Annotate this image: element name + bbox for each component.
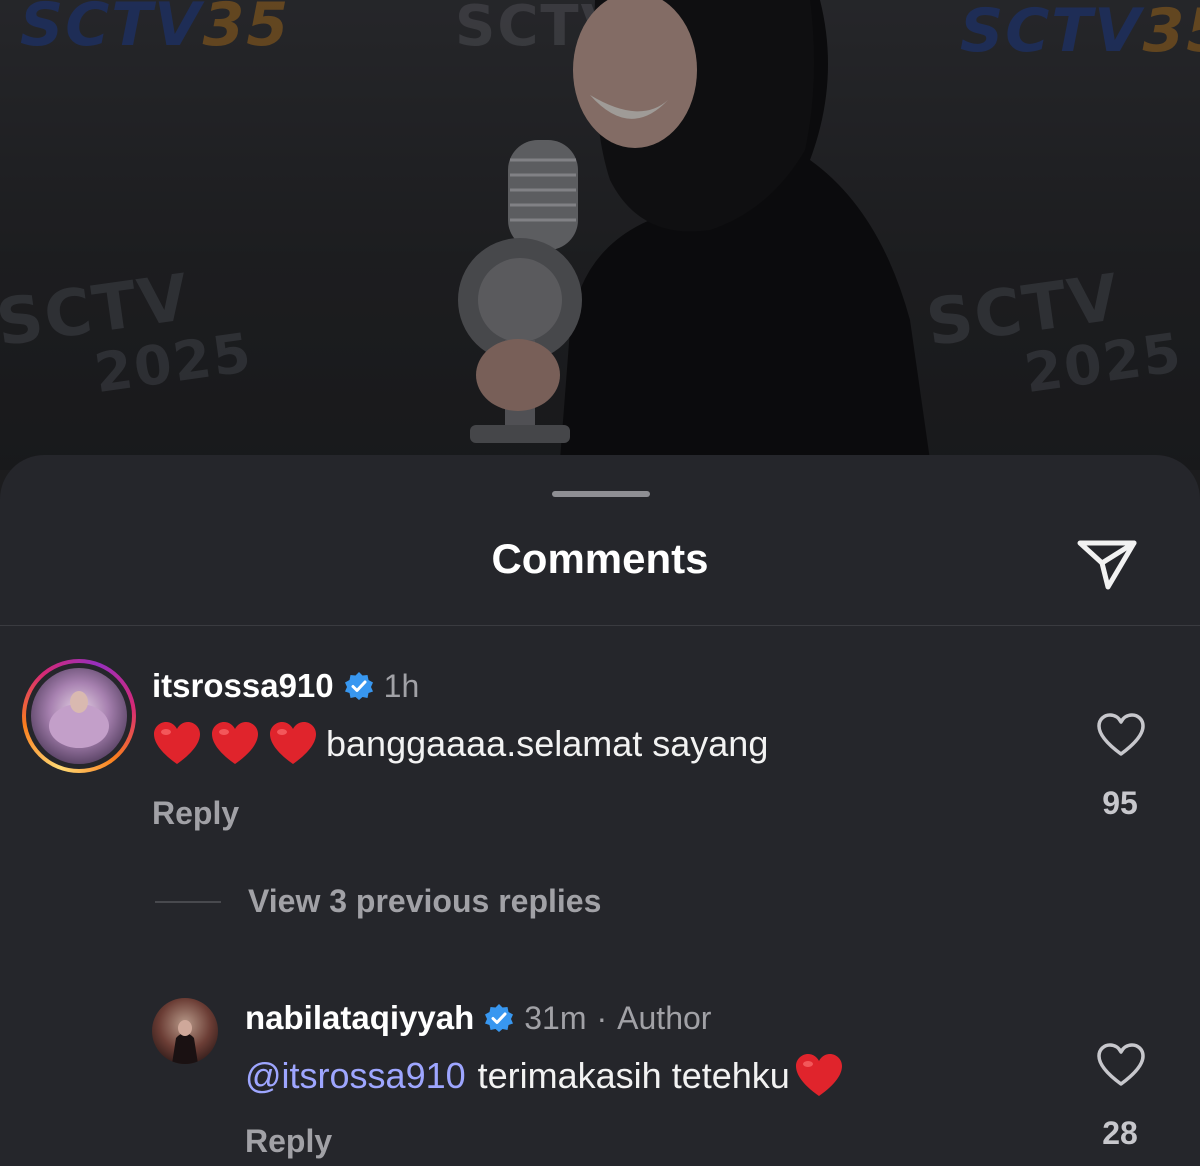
story-ring-avatar[interactable] — [22, 659, 136, 773]
like-count: 28 — [1102, 1115, 1138, 1151]
red-heart-emoji-icon — [795, 1054, 842, 1096]
red-heart-emoji-icon — [154, 722, 200, 764]
view-previous-replies-button[interactable]: View 3 previous replies — [248, 883, 601, 920]
paper-plane-icon[interactable] — [1074, 531, 1140, 597]
meta-separator: · — [596, 999, 608, 1036]
reply-button[interactable]: Reply — [152, 795, 239, 832]
sheet-title: Comments — [491, 535, 709, 582]
photo-dim-overlay — [0, 0, 1200, 470]
reply-username[interactable]: nabilataqiyyah — [245, 999, 474, 1037]
avatar — [31, 668, 127, 764]
reply-button[interactable]: Reply — [245, 1123, 332, 1160]
heart-outline-icon[interactable] — [1096, 1042, 1146, 1088]
like-count: 95 — [1102, 785, 1138, 821]
post-photo: SCTV35 SCTV35 SCTV SCTV 2025 SCTV 2025 — [0, 0, 1200, 470]
red-heart-emoji-icon — [270, 722, 316, 764]
heart-outline-icon[interactable] — [1096, 712, 1146, 758]
comments-sheet: Comments itsrossa910 1h banggaaaa.selama… — [0, 455, 1200, 1166]
comment-time: 1h — [383, 667, 420, 704]
comment-header: itsrossa910 1h — [152, 667, 419, 705]
verified-badge-icon — [344, 672, 373, 700]
mention-link[interactable]: @itsrossa910 — [245, 1055, 466, 1097]
reply-time: 31m — [524, 999, 587, 1036]
avatar[interactable] — [152, 998, 218, 1064]
sheet-grabber-handle[interactable] — [552, 491, 650, 497]
red-heart-emoji-icon — [212, 722, 258, 764]
sheet-divider — [0, 625, 1200, 626]
reply-text: @itsrossa910 terimakasih tetehku — [245, 1052, 852, 1100]
comment-body: banggaaaa.selamat sayang — [326, 723, 769, 764]
author-label: Author — [617, 999, 712, 1036]
comment-text: banggaaaa.selamat sayang — [152, 720, 768, 768]
replies-connector-line — [155, 901, 221, 903]
reply-body: terimakasih tetehku — [477, 1055, 790, 1096]
comment-username[interactable]: itsrossa910 — [152, 667, 334, 705]
verified-badge-icon — [485, 1004, 514, 1032]
reply-header: nabilataqiyyah 31m · Author — [245, 999, 711, 1037]
